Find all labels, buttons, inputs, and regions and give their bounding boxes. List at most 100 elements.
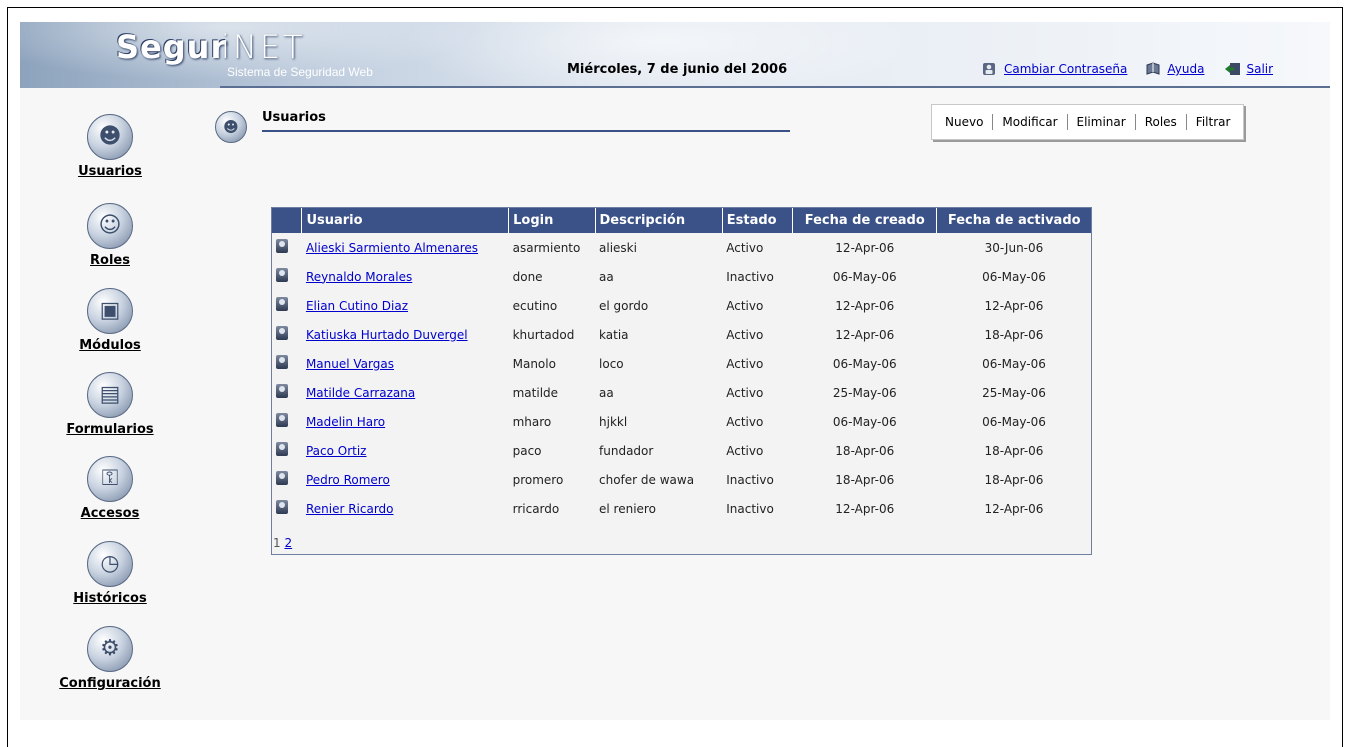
key-icon [982, 62, 998, 76]
cell-descripcion: alieski [599, 240, 637, 255]
icon-column-header [272, 208, 302, 233]
user-name-link[interactable]: Madelin Haro [306, 415, 385, 429]
users-icon: ☻ [87, 114, 133, 160]
user-icon[interactable] [276, 471, 288, 485]
history-clock-icon: ◷ [87, 541, 133, 587]
cell-fecha-activado: 06-May-06 [982, 356, 1046, 371]
user-name-link[interactable]: Katiuska Hurtado Duvergel [306, 328, 468, 342]
pagination: 1 2 [273, 536, 292, 550]
user-name-link[interactable]: Paco Ortiz [306, 444, 367, 458]
user-icon[interactable] [276, 413, 288, 427]
cell-login: Manolo [512, 356, 556, 371]
sidebar-item-roles[interactable]: ☺ Roles [20, 203, 200, 268]
roles-button[interactable]: Roles [1136, 115, 1186, 129]
user-name-link[interactable]: Reynaldo Morales [306, 270, 412, 284]
user-icon[interactable] [276, 297, 288, 311]
table-row[interactable]: Paco Ortiz paco fundador Activo 18-Apr-06 18-… [272, 436, 1091, 465]
cell-fecha-activado: 12-Apr-06 [984, 298, 1044, 313]
cell-descripcion: katia [599, 327, 629, 342]
action-toolbar: Nuevo Modificar Eliminar Roles Filtrar [931, 104, 1245, 140]
cell-fecha-creado: 12-Apr-06 [835, 501, 895, 516]
cell-fecha-creado: 12-Apr-06 [835, 298, 895, 313]
help-link[interactable]: Ayuda [1145, 62, 1204, 76]
table-row[interactable]: Manuel Vargas Manolo loco Activo 06-May-06 06… [272, 349, 1091, 378]
cell-usuario: Matilde Carrazana [302, 378, 509, 407]
user-name-link[interactable]: Pedro Romero [306, 473, 390, 487]
cell-estado: Activo [726, 298, 764, 313]
table-row[interactable]: Pedro Romero promero chofer de wawa Inactiv… [272, 465, 1091, 494]
user-name-link[interactable]: Elian Cutino Diaz [306, 299, 408, 313]
user-icon[interactable] [276, 500, 288, 514]
sidebar-item-label: Históricos [73, 591, 147, 606]
user-name-link[interactable]: Manuel Vargas [306, 357, 394, 371]
sidebar-item-modulos[interactable]: ▣ Módulos [20, 288, 200, 353]
user-icon[interactable] [276, 384, 288, 398]
user-icon[interactable] [276, 442, 288, 456]
cell-fecha-creado: 25-May-06 [832, 385, 897, 400]
user-icon[interactable] [276, 326, 288, 340]
logout-link[interactable]: Salir [1224, 62, 1273, 76]
new-button[interactable]: Nuevo [936, 115, 992, 129]
cell-descripcion: aa [599, 269, 614, 284]
sidebar-item-accesos[interactable]: ⚿ Accesos [20, 456, 200, 521]
app-subtitle: Sistema de Seguridad Web [227, 65, 373, 79]
table-row[interactable]: Renier Ricardo rricardo el reniero Inactivo… [272, 494, 1091, 523]
section-underline [262, 130, 790, 132]
sidebar-item-label: Accesos [80, 506, 140, 521]
user-icon[interactable] [276, 239, 288, 253]
column-header-estado[interactable]: Estado [721, 208, 793, 233]
cell-icon [272, 262, 302, 291]
page-link-2[interactable]: 2 [284, 536, 292, 550]
cell-fecha-creado: 06-May-06 [832, 414, 897, 429]
table-row[interactable]: Elian Cutino Diaz ecutino el gordo Activo 12… [272, 291, 1091, 320]
column-header-login[interactable]: Login [508, 208, 596, 233]
user-name-link[interactable]: Alieski Sarmiento Almenares [306, 241, 478, 255]
users-table: Usuario Login Descripción Estado Fecha d… [271, 207, 1092, 555]
app-page: Segur iNET Sistema de Seguridad Web Miér… [20, 22, 1330, 720]
cell-fecha-activado: 25-May-06 [982, 385, 1046, 400]
user-name-link[interactable]: Renier Ricardo [306, 502, 394, 516]
table-row[interactable]: Matilde Carrazana matilde aa Activo 25-May-0… [272, 378, 1091, 407]
sidebar-item-label: Configuración [59, 676, 161, 691]
change-password-link[interactable]: Cambiar Contraseña [982, 62, 1127, 76]
column-header-usuario[interactable]: Usuario [301, 208, 509, 233]
cell-estado: Activo [726, 327, 764, 342]
cell-login: done [512, 269, 543, 284]
table-row[interactable]: Alieski Sarmiento Almenares asarmiento ali… [272, 233, 1091, 262]
modify-button[interactable]: Modificar [993, 115, 1066, 129]
cell-usuario: Reynaldo Morales [302, 262, 509, 291]
column-header-fecha-activado[interactable]: Fecha de activado [936, 208, 1091, 233]
table-row[interactable]: Madelin Haro mharo hjkkl Activo 06-May-06 06-… [272, 407, 1091, 436]
table-row[interactable]: Reynaldo Morales done aa Inactivo 06-May-06 0… [272, 262, 1091, 291]
column-header-fecha-creado[interactable]: Fecha de creado [792, 208, 937, 233]
cell-descripcion: loco [599, 356, 624, 371]
cell-fecha-activado: 18-Apr-06 [984, 443, 1044, 458]
gears-icon: ⚙ [87, 626, 133, 672]
sidebar-item-label: Roles [90, 253, 130, 268]
cell-descripcion: fundador [599, 443, 654, 458]
logo-text-net: iNET [221, 28, 306, 66]
user-icon[interactable] [276, 355, 288, 369]
sidebar-item-configuracion[interactable]: ⚙ Configuración [20, 626, 200, 691]
cell-login: khurtadod [512, 327, 575, 342]
cell-login: matilde [512, 385, 559, 400]
header-divider [220, 86, 1330, 88]
table-row[interactable]: Katiuska Hurtado Duvergel khurtadod katia A… [272, 320, 1091, 349]
cell-usuario: Pedro Romero [302, 465, 509, 494]
sidebar-item-historicos[interactable]: ◷ Históricos [20, 541, 200, 606]
user-name-link[interactable]: Matilde Carrazana [306, 386, 415, 400]
filter-button[interactable]: Filtrar [1187, 115, 1240, 129]
column-header-descripcion[interactable]: Descripción [594, 208, 723, 233]
cell-estado: Activo [726, 414, 764, 429]
cell-usuario: Elian Cutino Diaz [302, 291, 509, 320]
table-header-row: Usuario Login Descripción Estado Fecha d… [272, 208, 1091, 233]
delete-button[interactable]: Eliminar [1068, 115, 1135, 129]
cell-icon [272, 494, 302, 523]
user-icon[interactable] [276, 268, 288, 282]
cell-descripcion: chofer de wawa [599, 472, 695, 487]
sidebar-item-formularios[interactable]: ▤ Formularios [20, 372, 200, 437]
cell-usuario: Paco Ortiz [302, 436, 509, 465]
cell-usuario: Katiuska Hurtado Duvergel [302, 320, 509, 349]
sidebar-item-usuarios[interactable]: ☻ Usuarios [20, 114, 200, 179]
cell-fecha-creado: 06-May-06 [832, 356, 897, 371]
